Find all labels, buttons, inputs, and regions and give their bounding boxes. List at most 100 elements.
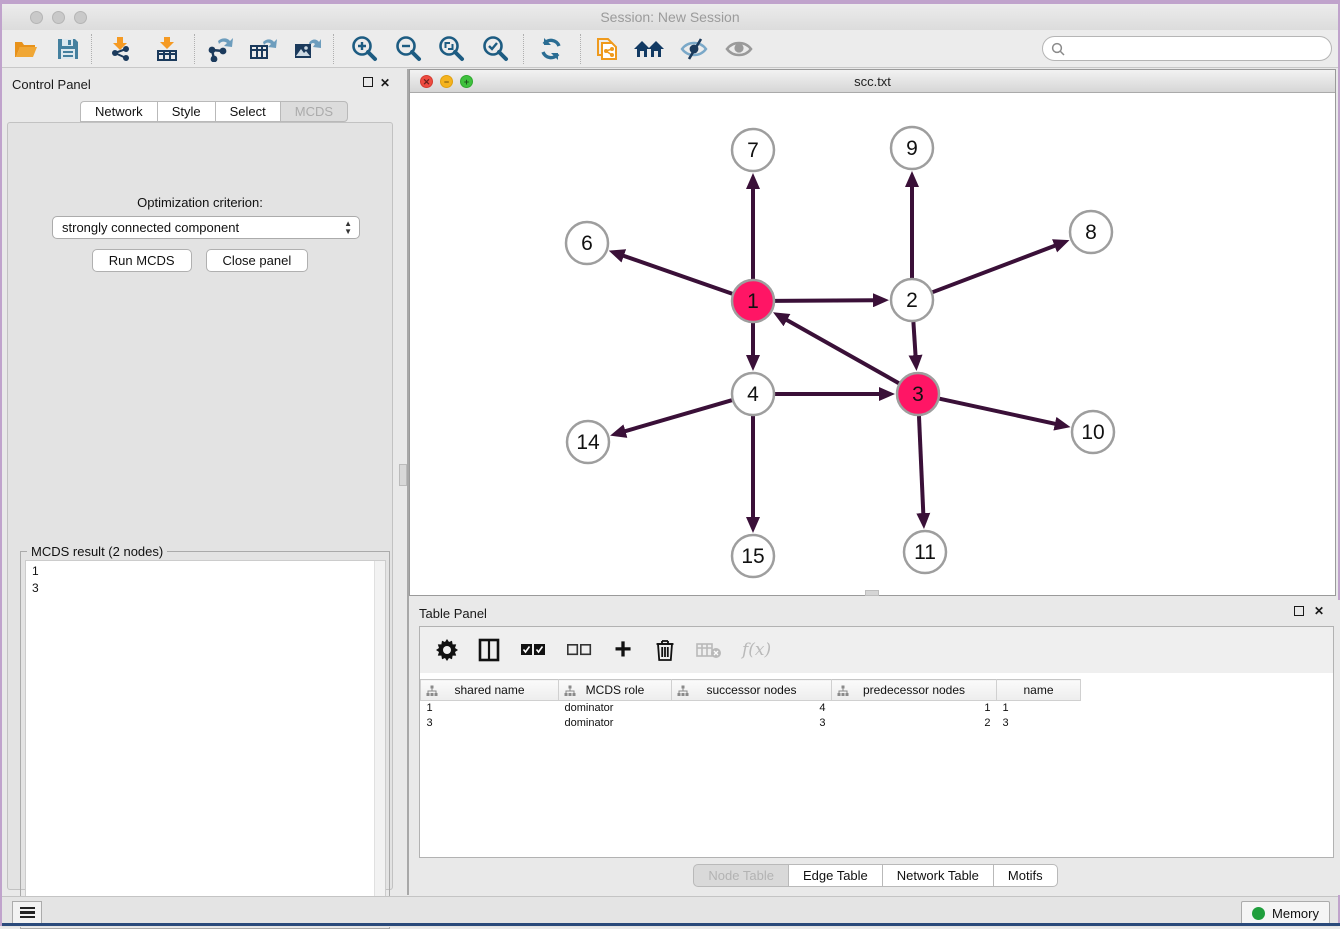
search-field[interactable] (1042, 36, 1332, 61)
node-label-2: 2 (906, 289, 918, 312)
cell-predecessor-nodes[interactable]: 2 (832, 716, 997, 731)
edge-1-2[interactable] (775, 300, 875, 301)
control-panel-tabs: NetworkStyleSelectMCDS (80, 101, 348, 122)
cell-MCDS-role[interactable]: dominator (559, 716, 672, 731)
list-icon (20, 907, 35, 919)
table-row[interactable]: 1dominator411 (421, 701, 1334, 716)
memory-label: Memory (1272, 906, 1319, 921)
close-panel-icon[interactable]: ✕ (380, 76, 390, 90)
search-input[interactable] (1070, 42, 1331, 56)
column-header-predecessor-nodes[interactable]: predecessor nodes (832, 680, 997, 701)
tab-mcds[interactable]: MCDS (280, 101, 348, 122)
result-line: 3 (32, 580, 385, 597)
duplicate-network-icon[interactable] (587, 33, 627, 65)
network-view-window: ✕ − + scc.txt 7968124314101511 (409, 69, 1336, 596)
delete-column-icon[interactable] (654, 638, 676, 662)
save-session-icon[interactable] (48, 33, 88, 65)
column-header-shared-name[interactable]: shared name (421, 680, 559, 701)
show-graphics-details-icon[interactable] (719, 33, 759, 65)
column-header-successor-nodes[interactable]: successor nodes (672, 680, 832, 701)
table-settings-gear-icon[interactable] (436, 638, 458, 662)
table-panel: Table Panel ✕ + (409, 600, 1340, 895)
import-network-icon[interactable] (100, 33, 140, 65)
tab-edge-table[interactable]: Edge Table (788, 864, 882, 887)
mcds-result-text[interactable]: 13 (25, 560, 386, 925)
float-panel-icon[interactable] (363, 76, 373, 90)
node-label-11: 11 (914, 541, 936, 564)
close-panel-button[interactable]: Close panel (206, 249, 309, 272)
show-all-networks-icon[interactable] (630, 33, 670, 65)
mcds-result-title: MCDS result (2 nodes) (27, 544, 167, 559)
export-network-icon[interactable] (200, 33, 240, 65)
tab-motifs[interactable]: Motifs (993, 864, 1058, 887)
edge-4-14[interactable] (624, 400, 732, 432)
show-column-icon[interactable] (478, 638, 500, 662)
edge-3-11[interactable] (919, 416, 923, 515)
result-scrollbar[interactable] (374, 561, 385, 924)
mcds-panel: Optimization criterion: strongly connect… (7, 122, 393, 890)
node-label-15: 15 (741, 545, 764, 568)
hide-graphics-details-icon[interactable] (674, 33, 714, 65)
edge-1-6[interactable] (622, 255, 732, 294)
panel-divider[interactable] (398, 69, 409, 895)
import-table-icon[interactable] (147, 33, 187, 65)
node-label-3: 3 (912, 383, 924, 406)
zoom-selected-icon[interactable] (475, 33, 515, 65)
edge-2-8[interactable] (933, 245, 1057, 292)
node-table: shared nameMCDS rolesuccessor nodesprede… (420, 679, 1333, 731)
node-label-6: 6 (581, 232, 593, 255)
cell-successor-nodes[interactable]: 4 (672, 701, 832, 716)
tab-select[interactable]: Select (215, 101, 280, 122)
canvas-resize-grip[interactable] (865, 590, 879, 596)
node-label-10: 10 (1081, 421, 1104, 444)
column-header-name[interactable]: name (997, 680, 1081, 701)
table-close-icon[interactable]: ✕ (1314, 604, 1324, 618)
edge-3-1[interactable] (785, 319, 899, 383)
edge-3-10[interactable] (939, 399, 1056, 424)
cell-shared-name[interactable]: 3 (421, 716, 559, 731)
node-label-1: 1 (747, 290, 759, 313)
deselect-all-icon[interactable] (566, 638, 592, 662)
open-file-icon[interactable] (6, 33, 46, 65)
network-window-title: scc.txt (410, 74, 1335, 89)
node-label-14: 14 (576, 431, 600, 454)
zoom-out-icon[interactable] (388, 33, 428, 65)
add-column-icon[interactable]: + (612, 638, 634, 662)
tab-node-table[interactable]: Node Table (693, 864, 788, 887)
run-mcds-button[interactable]: Run MCDS (92, 249, 192, 272)
network-window-titlebar[interactable]: ✕ − + scc.txt (410, 70, 1335, 93)
table-tabs: Node TableEdge TableNetwork TableMotifs (409, 864, 1340, 887)
task-history-button[interactable] (12, 901, 42, 924)
network-canvas[interactable]: 7968124314101511 (410, 93, 1335, 595)
tab-style[interactable]: Style (157, 101, 215, 122)
cell-MCDS-role[interactable]: dominator (559, 701, 672, 716)
control-panel: Control Panel ✕ NetworkStyleSelectMCDS O… (2, 69, 398, 895)
network-graph[interactable]: 7968124314101511 (410, 93, 1335, 595)
tab-network-table[interactable]: Network Table (882, 864, 993, 887)
export-image-icon[interactable] (287, 33, 327, 65)
table-float-icon[interactable] (1294, 605, 1304, 619)
cell-name[interactable]: 3 (997, 716, 1081, 731)
main-titlebar: Session: New Session (2, 4, 1338, 30)
edge-2-3[interactable] (913, 322, 915, 357)
mcds-result-group: MCDS result (2 nodes) 13 (20, 551, 390, 929)
optimization-criterion-select[interactable]: strongly connected component ▲▼ (52, 216, 360, 239)
cell-successor-nodes[interactable]: 3 (672, 716, 832, 731)
tab-network[interactable]: Network (80, 101, 157, 122)
refresh-icon[interactable] (531, 33, 571, 65)
cell-predecessor-nodes[interactable]: 1 (832, 701, 997, 716)
zoom-fit-icon[interactable] (431, 33, 471, 65)
export-table-icon[interactable] (243, 33, 283, 65)
memory-status-icon (1252, 907, 1265, 920)
memory-button[interactable]: Memory (1241, 901, 1330, 925)
node-label-4: 4 (747, 383, 759, 406)
column-header-MCDS-role[interactable]: MCDS role (559, 680, 672, 701)
result-line: 1 (32, 563, 385, 580)
select-stepper-icon: ▲▼ (344, 220, 352, 236)
select-all-icon[interactable] (520, 638, 546, 662)
table-row[interactable]: 3dominator323 (421, 716, 1334, 731)
cell-shared-name[interactable]: 1 (421, 701, 559, 716)
node-label-7: 7 (747, 139, 759, 162)
zoom-in-icon[interactable] (344, 33, 384, 65)
cell-name[interactable]: 1 (997, 701, 1081, 716)
